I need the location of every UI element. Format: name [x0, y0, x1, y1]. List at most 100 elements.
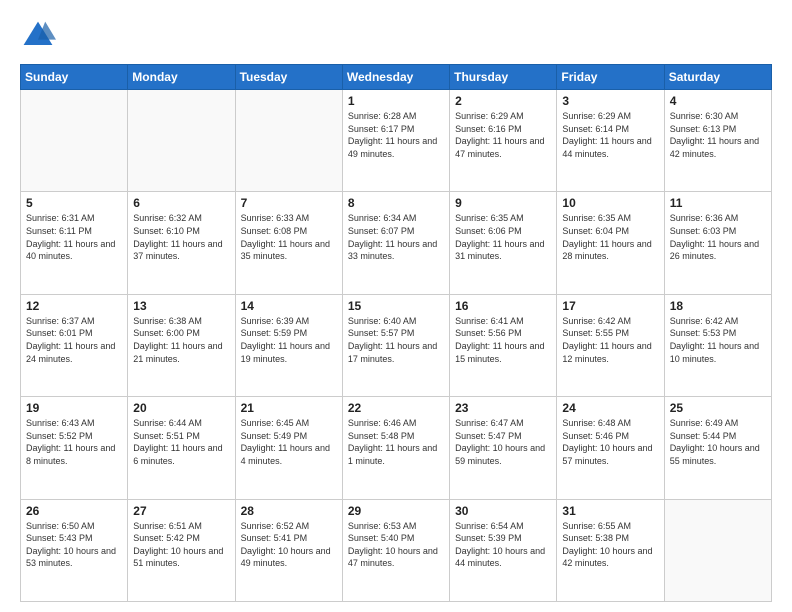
weekday-header-saturday: Saturday	[664, 65, 771, 90]
day-number: 1	[348, 94, 444, 108]
calendar-cell: 22 Sunrise: 6:46 AMSunset: 5:48 PMDayligh…	[342, 397, 449, 499]
day-number: 2	[455, 94, 551, 108]
weekday-header-tuesday: Tuesday	[235, 65, 342, 90]
day-info: Sunrise: 6:49 AMSunset: 5:44 PMDaylight:…	[670, 417, 766, 467]
calendar-cell: 1Sunrise: 6:28 AMSunset: 6:17 PMDaylight…	[342, 90, 449, 192]
day-number: 26	[26, 504, 122, 518]
day-info: Sunrise: 6:35 AMSunset: 6:04 PMDaylight:…	[562, 212, 658, 262]
weekday-header-wednesday: Wednesday	[342, 65, 449, 90]
day-info: Sunrise: 6:39 AMSunset: 5:59 PMDaylight:…	[241, 315, 337, 365]
day-number: 21	[241, 401, 337, 415]
day-number: 30	[455, 504, 551, 518]
calendar-cell	[21, 90, 128, 192]
calendar-cell: 13 Sunrise: 6:38 AMSunset: 6:00 PMDayligh…	[128, 294, 235, 396]
calendar-cell: 10Sunrise: 6:35 AMSunset: 6:04 PMDayligh…	[557, 192, 664, 294]
day-info: Sunrise: 6:42 AMSunset: 5:55 PMDaylight:…	[562, 315, 658, 365]
day-number: 3	[562, 94, 658, 108]
week-row-5: 26 Sunrise: 6:50 AMSunset: 5:43 PMDayligh…	[21, 499, 772, 601]
day-number: 15	[348, 299, 444, 313]
day-info: Sunrise: 6:45 AMSunset: 5:49 PMDaylight:…	[241, 417, 337, 467]
calendar-cell: 16Sunrise: 6:41 AMSunset: 5:56 PMDayligh…	[450, 294, 557, 396]
calendar-cell: 18Sunrise: 6:42 AMSunset: 5:53 PMDayligh…	[664, 294, 771, 396]
day-number: 23	[455, 401, 551, 415]
calendar-cell: 19 Sunrise: 6:43 AMSunset: 5:52 PMDayligh…	[21, 397, 128, 499]
week-row-4: 19 Sunrise: 6:43 AMSunset: 5:52 PMDayligh…	[21, 397, 772, 499]
day-info: Sunrise: 6:43 AMSunset: 5:52 PMDaylight:…	[26, 417, 122, 467]
calendar-cell: 23 Sunrise: 6:47 AMSunset: 5:47 PMDayligh…	[450, 397, 557, 499]
day-info: Sunrise: 6:44 AMSunset: 5:51 PMDaylight:…	[133, 417, 229, 467]
week-row-2: 5 Sunrise: 6:31 AMSunset: 6:11 PMDaylight…	[21, 192, 772, 294]
day-number: 27	[133, 504, 229, 518]
day-number: 9	[455, 196, 551, 210]
day-info: Sunrise: 6:52 AMSunset: 5:41 PMDaylight:…	[241, 520, 337, 570]
calendar-cell: 3 Sunrise: 6:29 AMSunset: 6:14 PMDaylight…	[557, 90, 664, 192]
day-info: Sunrise: 6:47 AMSunset: 5:47 PMDaylight:…	[455, 417, 551, 467]
calendar-cell: 31 Sunrise: 6:55 AMSunset: 5:38 PMDayligh…	[557, 499, 664, 601]
day-number: 5	[26, 196, 122, 210]
header	[20, 18, 772, 54]
day-number: 28	[241, 504, 337, 518]
day-info: Sunrise: 6:51 AMSunset: 5:42 PMDaylight:…	[133, 520, 229, 570]
day-number: 29	[348, 504, 444, 518]
day-number: 19	[26, 401, 122, 415]
calendar-cell: 12 Sunrise: 6:37 AMSunset: 6:01 PMDayligh…	[21, 294, 128, 396]
day-number: 8	[348, 196, 444, 210]
day-info: Sunrise: 6:29 AMSunset: 6:14 PMDaylight:…	[562, 110, 658, 160]
logo-icon	[20, 18, 56, 54]
calendar-cell	[664, 499, 771, 601]
day-number: 13	[133, 299, 229, 313]
calendar-cell: 24Sunrise: 6:48 AMSunset: 5:46 PMDayligh…	[557, 397, 664, 499]
calendar-cell: 7Sunrise: 6:33 AMSunset: 6:08 PMDaylight…	[235, 192, 342, 294]
day-info: Sunrise: 6:31 AMSunset: 6:11 PMDaylight:…	[26, 212, 122, 262]
weekday-header-sunday: Sunday	[21, 65, 128, 90]
day-info: Sunrise: 6:36 AMSunset: 6:03 PMDaylight:…	[670, 212, 766, 262]
day-info: Sunrise: 6:53 AMSunset: 5:40 PMDaylight:…	[348, 520, 444, 570]
calendar-cell: 26 Sunrise: 6:50 AMSunset: 5:43 PMDayligh…	[21, 499, 128, 601]
day-number: 6	[133, 196, 229, 210]
day-info: Sunrise: 6:35 AMSunset: 6:06 PMDaylight:…	[455, 212, 551, 262]
day-number: 25	[670, 401, 766, 415]
day-number: 17	[562, 299, 658, 313]
calendar-cell: 21 Sunrise: 6:45 AMSunset: 5:49 PMDayligh…	[235, 397, 342, 499]
day-number: 22	[348, 401, 444, 415]
day-info: Sunrise: 6:48 AMSunset: 5:46 PMDaylight:…	[562, 417, 658, 467]
day-number: 4	[670, 94, 766, 108]
calendar-cell: 11 Sunrise: 6:36 AMSunset: 6:03 PMDayligh…	[664, 192, 771, 294]
calendar-cell	[235, 90, 342, 192]
calendar-cell: 5 Sunrise: 6:31 AMSunset: 6:11 PMDaylight…	[21, 192, 128, 294]
page: SundayMondayTuesdayWednesdayThursdayFrid…	[0, 0, 792, 612]
calendar-cell: 20 Sunrise: 6:44 AMSunset: 5:51 PMDayligh…	[128, 397, 235, 499]
day-info: Sunrise: 6:33 AMSunset: 6:08 PMDaylight:…	[241, 212, 337, 262]
day-info: Sunrise: 6:54 AMSunset: 5:39 PMDaylight:…	[455, 520, 551, 570]
day-info: Sunrise: 6:42 AMSunset: 5:53 PMDaylight:…	[670, 315, 766, 365]
week-row-3: 12 Sunrise: 6:37 AMSunset: 6:01 PMDayligh…	[21, 294, 772, 396]
calendar-cell: 27 Sunrise: 6:51 AMSunset: 5:42 PMDayligh…	[128, 499, 235, 601]
day-info: Sunrise: 6:46 AMSunset: 5:48 PMDaylight:…	[348, 417, 444, 467]
day-number: 14	[241, 299, 337, 313]
calendar-cell: 30 Sunrise: 6:54 AMSunset: 5:39 PMDayligh…	[450, 499, 557, 601]
day-info: Sunrise: 6:29 AMSunset: 6:16 PMDaylight:…	[455, 110, 551, 160]
day-number: 11	[670, 196, 766, 210]
weekday-header-monday: Monday	[128, 65, 235, 90]
calendar-cell: 14 Sunrise: 6:39 AMSunset: 5:59 PMDayligh…	[235, 294, 342, 396]
day-info: Sunrise: 6:50 AMSunset: 5:43 PMDaylight:…	[26, 520, 122, 570]
day-info: Sunrise: 6:34 AMSunset: 6:07 PMDaylight:…	[348, 212, 444, 262]
calendar-cell: 25 Sunrise: 6:49 AMSunset: 5:44 PMDayligh…	[664, 397, 771, 499]
day-info: Sunrise: 6:30 AMSunset: 6:13 PMDaylight:…	[670, 110, 766, 160]
day-number: 12	[26, 299, 122, 313]
calendar-cell: 17 Sunrise: 6:42 AMSunset: 5:55 PMDayligh…	[557, 294, 664, 396]
weekday-header-row: SundayMondayTuesdayWednesdayThursdayFrid…	[21, 65, 772, 90]
day-number: 31	[562, 504, 658, 518]
day-number: 16	[455, 299, 551, 313]
weekday-header-friday: Friday	[557, 65, 664, 90]
calendar-cell: 6Sunrise: 6:32 AMSunset: 6:10 PMDaylight…	[128, 192, 235, 294]
day-info: Sunrise: 6:38 AMSunset: 6:00 PMDaylight:…	[133, 315, 229, 365]
day-info: Sunrise: 6:37 AMSunset: 6:01 PMDaylight:…	[26, 315, 122, 365]
logo	[20, 18, 60, 54]
calendar-cell: 9 Sunrise: 6:35 AMSunset: 6:06 PMDaylight…	[450, 192, 557, 294]
calendar-cell: 4 Sunrise: 6:30 AMSunset: 6:13 PMDaylight…	[664, 90, 771, 192]
day-number: 20	[133, 401, 229, 415]
calendar-cell: 29 Sunrise: 6:53 AMSunset: 5:40 PMDayligh…	[342, 499, 449, 601]
calendar-cell: 15Sunrise: 6:40 AMSunset: 5:57 PMDayligh…	[342, 294, 449, 396]
day-info: Sunrise: 6:55 AMSunset: 5:38 PMDaylight:…	[562, 520, 658, 570]
